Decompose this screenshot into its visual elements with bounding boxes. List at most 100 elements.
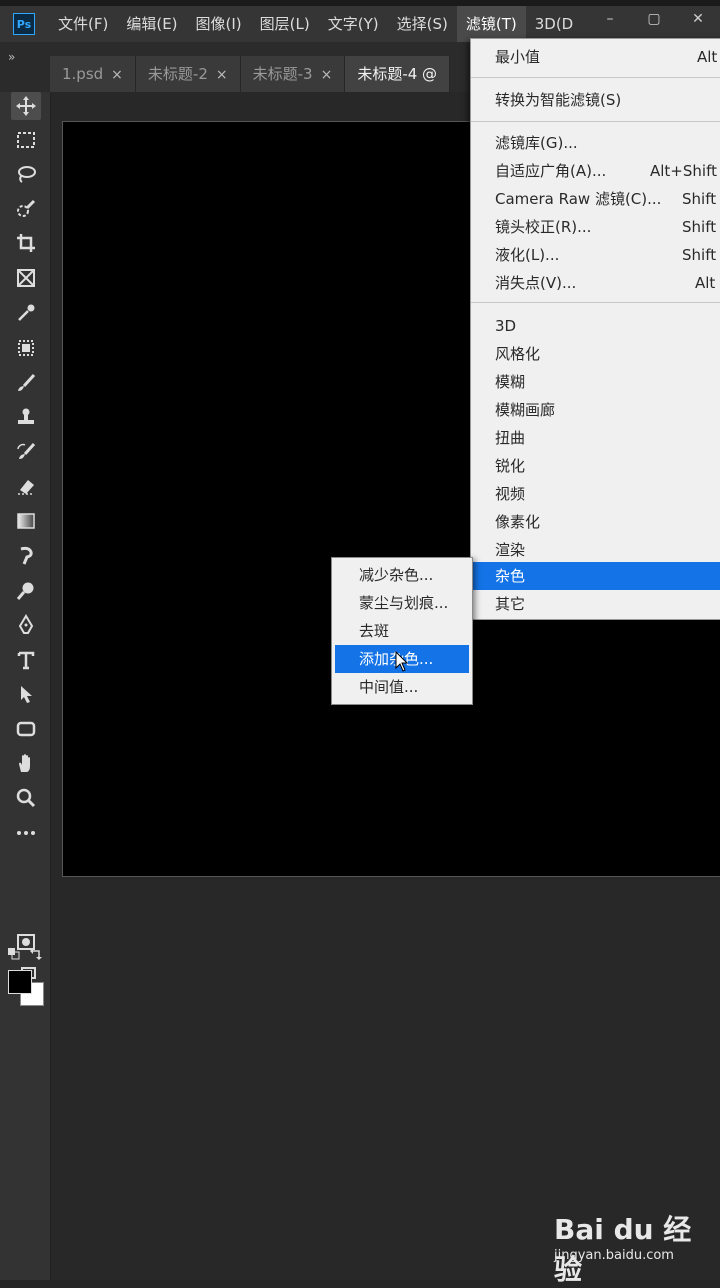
noise-submenu: 减少杂色... 蒙尘与划痕... 去斑 添加杂色... 中间值... [331,557,473,705]
menu-item-minimum[interactable]: 最小值 Alt [471,43,720,71]
menu-item-stylize[interactable]: 风格化 [471,340,720,368]
menu-item-shortcut: Alt+Shift [650,162,717,180]
more-tools-icon[interactable] [11,819,41,847]
rectangle-tool-icon[interactable] [11,715,41,743]
menu-item-shortcut: Alt [695,274,716,292]
menu-item-sharpen[interactable]: 锐化 [471,452,720,480]
menu-edit[interactable]: 编辑(E) [117,6,186,42]
eyedropper-tool-icon[interactable] [11,299,41,327]
tab-label: 未标题-4 @ [357,65,438,83]
dodge-tool-icon[interactable] [11,577,41,605]
menu-file[interactable]: 文件(F) [49,6,117,42]
menu-item-video[interactable]: 视频 [471,480,720,508]
healing-brush-tool-icon[interactable] [11,334,41,362]
menu-item-blur-gallery[interactable]: 模糊画廊 [471,396,720,424]
menu-item-distort[interactable]: 扭曲 [471,424,720,452]
menu-item-label: 杂色 [495,567,526,585]
clone-stamp-tool-icon[interactable] [11,403,41,431]
submenu-item-median[interactable]: 中间值... [335,673,469,701]
tab-label: 未标题-3 [252,65,313,83]
gradient-tool-icon[interactable] [11,507,41,535]
quick-mask-icon[interactable] [11,928,41,956]
menu-item-label: 模糊画廊 [495,401,556,419]
submenu-item-label: 中间值... [359,678,419,696]
smudge-tool-icon[interactable] [11,542,41,570]
menu-item-filter-gallery[interactable]: 滤镜库(G)... [471,129,720,157]
menu-item-shortcut: Shift [682,246,717,264]
path-selection-tool-icon[interactable] [11,680,41,708]
tools-panel [0,92,51,1280]
menu-item-label: 视频 [495,485,526,503]
menu-item-label: 渲染 [495,541,526,559]
foreground-color-swatch[interactable] [8,970,32,994]
menu-separator [471,77,720,78]
menu-item-label: 其它 [495,595,526,613]
menu-item-label: 扭曲 [495,429,526,447]
type-tool-icon[interactable] [11,646,41,674]
menu-item-label: 液化(L)... [495,246,560,264]
tab-untitled-3[interactable]: 未标题-3 × [240,56,346,92]
menu-item-shortcut: Shift [682,190,717,208]
lasso-tool-icon[interactable] [11,160,41,188]
menu-item-adaptive-wide-angle[interactable]: 自适应广角(A)... Alt+Shift [471,157,720,185]
menu-item-vanishing-point[interactable]: 消失点(V)... Alt [471,269,720,297]
submenu-item-dust-scratches[interactable]: 蒙尘与划痕... [335,589,469,617]
collapse-panels-icon[interactable]: » [8,50,15,64]
tab-close-icon[interactable]: × [321,67,333,83]
watermark-url: jingyan.baidu.com [554,1248,674,1263]
crop-tool-icon[interactable] [11,229,41,257]
submenu-item-label: 去斑 [359,622,390,640]
document-tabs: 1.psd × 未标题-2 × 未标题-3 × 未标题-4 @ [50,56,451,92]
marquee-tool-icon[interactable] [11,126,41,154]
menu-item-label: 消失点(V)... [495,274,577,292]
submenu-item-label: 减少杂色... [359,566,434,584]
menu-item-convert-smart-filter[interactable]: 转换为智能滤镜(S) [471,86,720,114]
menu-item-camera-raw[interactable]: Camera Raw 滤镜(C)... Shift [471,185,720,213]
filter-menu-dropdown: 最小值 Alt 转换为智能滤镜(S) 滤镜库(G)... 自适应广角(A)...… [470,38,720,620]
tab-label: 1.psd [62,65,104,83]
tab-close-icon[interactable]: × [111,67,123,83]
tab-untitled-4[interactable]: 未标题-4 @ [345,56,451,92]
tab-untitled-2[interactable]: 未标题-2 × [135,56,241,92]
menu-image[interactable]: 图像(I) [187,6,251,42]
menu-item-label: 镜头校正(R)... [495,218,592,236]
history-brush-tool-icon[interactable] [11,438,41,466]
quick-selection-tool-icon[interactable] [11,195,41,223]
menu-item-shortcut: Alt [697,48,718,66]
menu-item-noise[interactable]: 杂色 [471,562,720,590]
close-icon[interactable]: ✕ [676,6,720,32]
mouse-cursor-icon [395,651,409,672]
tab-close-icon[interactable]: × [216,67,228,83]
tab-label: 未标题-2 [147,65,208,83]
menu-item-label: Camera Raw 滤镜(C)... [495,190,662,208]
menu-layer[interactable]: 图层(L) [251,6,319,42]
menu-type[interactable]: 文字(Y) [319,6,388,42]
menu-item-shortcut: Shift [682,218,717,236]
menu-item-lens-correction[interactable]: 镜头校正(R)... Shift [471,213,720,241]
eraser-tool-icon[interactable] [11,472,41,500]
menu-3d[interactable]: 3D(D [526,6,583,42]
frame-tool-icon[interactable] [11,264,41,292]
submenu-item-label: 蒙尘与划痕... [359,594,449,612]
menu-select[interactable]: 选择(S) [388,6,457,42]
pen-tool-icon[interactable] [11,611,41,639]
menu-item-render[interactable]: 渲染 [471,536,720,564]
menu-item-liquify[interactable]: 液化(L)... Shift [471,241,720,269]
hand-tool-icon[interactable] [11,749,41,777]
maximize-icon[interactable]: ▢ [632,6,676,32]
menu-item-pixelate[interactable]: 像素化 [471,508,720,536]
move-tool-icon[interactable] [11,92,41,120]
menu-item-other[interactable]: 其它 [471,590,720,618]
menu-separator [471,302,720,303]
zoom-tool-icon[interactable] [11,784,41,812]
minimize-icon[interactable]: – [588,6,632,32]
menu-item-blur[interactable]: 模糊 [471,368,720,396]
submenu-item-despeckle[interactable]: 去斑 [335,617,469,645]
brush-tool-icon[interactable] [11,369,41,397]
submenu-item-reduce-noise[interactable]: 减少杂色... [335,561,469,589]
baidu-jingyan-watermark: Bai du 经验 jingyan.baidu.com [548,1198,708,1286]
tab-1-psd[interactable]: 1.psd × [50,56,136,92]
menu-filter[interactable]: 滤镜(T) [456,6,526,42]
menu-item-label: 像素化 [495,513,541,531]
menu-item-3d[interactable]: 3D [471,312,720,340]
